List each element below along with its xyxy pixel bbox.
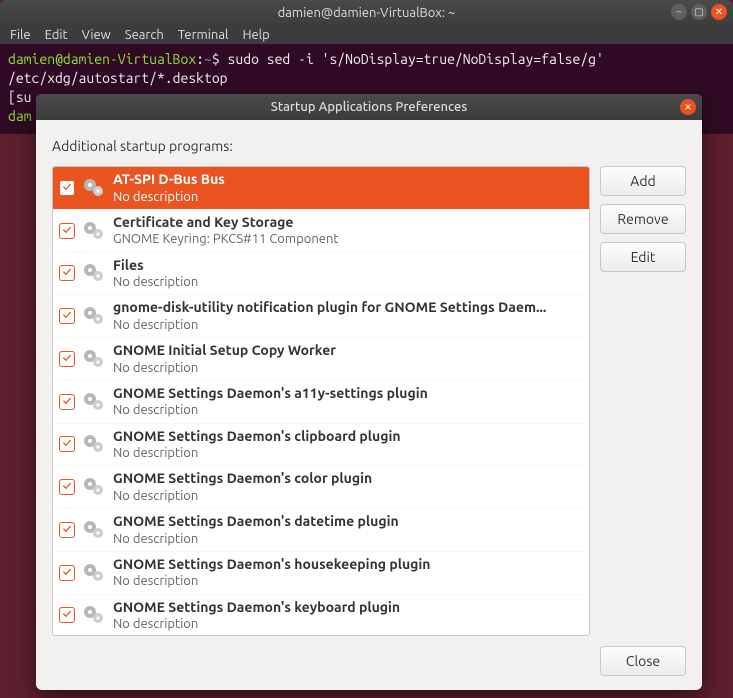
gear-icon — [81, 219, 107, 243]
list-item-desc: No description — [113, 317, 546, 333]
side-buttons: Add Remove Edit — [600, 166, 686, 636]
list-item-text: GNOME Settings Daemon's a11y-settings pl… — [113, 385, 428, 419]
dialog-titlebar: Startup Applications Preferences — [36, 94, 702, 120]
gear-icon — [81, 347, 107, 371]
list-item-text: GNOME Settings Daemon's color pluginNo d… — [113, 470, 372, 504]
menu-file[interactable]: File — [10, 28, 31, 42]
checkbox-icon[interactable] — [59, 180, 75, 196]
list-item-name: Files — [113, 257, 198, 275]
prompt-sym: $ — [212, 51, 220, 67]
list-item-desc: No description — [113, 531, 399, 547]
close-button[interactable]: Close — [600, 646, 686, 676]
list-item-desc: No description — [113, 445, 401, 461]
terminal-title: damien@damien-VirtualBox: ~ — [278, 6, 456, 20]
list-item-desc: No description — [113, 488, 372, 504]
edit-button[interactable]: Edit — [600, 242, 686, 272]
list-item-desc: No description — [113, 274, 198, 290]
list-item-text: AT-SPI D-Bus BusNo description — [113, 171, 225, 205]
list-item-name: GNOME Initial Setup Copy Worker — [113, 342, 336, 360]
menu-terminal[interactable]: Terminal — [178, 28, 229, 42]
menu-view[interactable]: View — [82, 28, 111, 42]
remove-button[interactable]: Remove — [600, 204, 686, 234]
list-item-desc: No description — [113, 616, 400, 632]
gear-icon — [81, 561, 107, 585]
list-item[interactable]: GNOME Settings Daemon's datetime pluginN… — [53, 509, 589, 552]
gear-icon — [81, 304, 107, 328]
gear-icon — [81, 390, 107, 414]
checkbox-icon[interactable] — [59, 308, 75, 324]
menu-help[interactable]: Help — [242, 28, 269, 42]
checkbox-icon[interactable] — [59, 265, 75, 281]
dialog-title: Startup Applications Preferences — [271, 100, 467, 114]
list-item[interactable]: GNOME Settings Daemon's clipboard plugin… — [53, 424, 589, 467]
window-controls: – ▢ ✕ — [671, 4, 727, 20]
checkbox-icon[interactable] — [59, 223, 75, 239]
checkbox-icon[interactable] — [59, 607, 75, 623]
list-item-name: GNOME Settings Daemon's color plugin — [113, 470, 372, 488]
terminal-line2: [su — [8, 89, 32, 105]
list-item-name: Certificate and Key Storage — [113, 214, 338, 232]
checkbox-icon[interactable] — [59, 479, 75, 495]
dialog-heading: Additional startup programs: — [52, 138, 686, 154]
checkbox-icon[interactable] — [59, 522, 75, 538]
dialog-body: Additional startup programs: AT-SPI D-Bu… — [36, 120, 702, 636]
list-item-text: GNOME Settings Daemon's keyboard pluginN… — [113, 599, 400, 633]
terminal-line3: dam — [8, 108, 32, 124]
add-button[interactable]: Add — [600, 166, 686, 196]
gear-icon — [81, 518, 107, 542]
list-item-desc: No description — [113, 573, 430, 589]
list-item[interactable]: Certificate and Key StorageGNOME Keyring… — [53, 210, 589, 253]
list-item[interactable]: GNOME Settings Daemon's a11y-settings pl… — [53, 381, 589, 424]
terminal-menubar: File Edit View Search Terminal Help — [0, 26, 733, 44]
menu-search[interactable]: Search — [125, 28, 164, 42]
menu-edit[interactable]: Edit — [45, 28, 68, 42]
startup-list[interactable]: AT-SPI D-Bus BusNo descriptionCertificat… — [52, 166, 590, 636]
gear-icon — [81, 603, 107, 627]
list-item-name: gnome-disk-utility notification plugin f… — [113, 299, 546, 317]
list-item-desc: No description — [113, 360, 336, 376]
list-item-name: GNOME Settings Daemon's a11y-settings pl… — [113, 385, 428, 403]
prompt-path: ~ — [204, 51, 212, 67]
list-item[interactable]: FilesNo description — [53, 253, 589, 296]
gear-icon — [81, 261, 107, 285]
list-item-text: gnome-disk-utility notification plugin f… — [113, 299, 546, 333]
list-item-text: GNOME Settings Daemon's datetime pluginN… — [113, 513, 399, 547]
checkbox-icon[interactable] — [59, 565, 75, 581]
gear-icon — [81, 432, 107, 456]
list-item-desc: No description — [113, 402, 428, 418]
list-item-text: GNOME Initial Setup Copy WorkerNo descri… — [113, 342, 336, 376]
list-item-text: FilesNo description — [113, 257, 198, 291]
list-item[interactable]: AT-SPI D-Bus BusNo description — [53, 167, 589, 210]
close-icon[interactable] — [680, 99, 696, 115]
terminal-titlebar: damien@damien-VirtualBox: ~ – ▢ ✕ — [0, 0, 733, 26]
list-item-desc: No description — [113, 189, 225, 205]
startup-applications-dialog: Startup Applications Preferences Additio… — [36, 94, 702, 690]
close-icon[interactable]: ✕ — [711, 4, 727, 20]
prompt-sep: : — [196, 51, 204, 67]
dialog-footer: Close — [36, 636, 702, 690]
dialog-content: AT-SPI D-Bus BusNo descriptionCertificat… — [52, 166, 686, 636]
list-item-name: AT-SPI D-Bus Bus — [113, 171, 225, 189]
minimize-icon[interactable]: – — [671, 4, 687, 20]
list-item-desc: GNOME Keyring: PKCS#11 Component — [113, 231, 338, 247]
checkbox-icon[interactable] — [59, 394, 75, 410]
list-item-name: GNOME Settings Daemon's datetime plugin — [113, 513, 399, 531]
list-item[interactable]: GNOME Initial Setup Copy WorkerNo descri… — [53, 338, 589, 381]
list-item[interactable]: GNOME Settings Daemon's color pluginNo d… — [53, 466, 589, 509]
gear-icon — [81, 176, 107, 200]
list-item[interactable]: GNOME Settings Daemon's housekeeping plu… — [53, 552, 589, 595]
list-item-name: GNOME Settings Daemon's housekeeping plu… — [113, 556, 430, 574]
checkbox-icon[interactable] — [59, 351, 75, 367]
checkbox-icon[interactable] — [59, 436, 75, 452]
list-item[interactable]: GNOME Settings Daemon's keyboard pluginN… — [53, 595, 589, 637]
maximize-icon[interactable]: ▢ — [691, 4, 707, 20]
list-item[interactable]: gnome-disk-utility notification plugin f… — [53, 295, 589, 338]
list-item-text: Certificate and Key StorageGNOME Keyring… — [113, 214, 338, 248]
prompt-user: damien@damien-VirtualBox — [8, 51, 196, 67]
list-item-name: GNOME Settings Daemon's clipboard plugin — [113, 428, 401, 446]
list-item-text: GNOME Settings Daemon's housekeeping plu… — [113, 556, 430, 590]
list-item-name: GNOME Settings Daemon's keyboard plugin — [113, 599, 400, 617]
gear-icon — [81, 475, 107, 499]
list-item-text: GNOME Settings Daemon's clipboard plugin… — [113, 428, 401, 462]
